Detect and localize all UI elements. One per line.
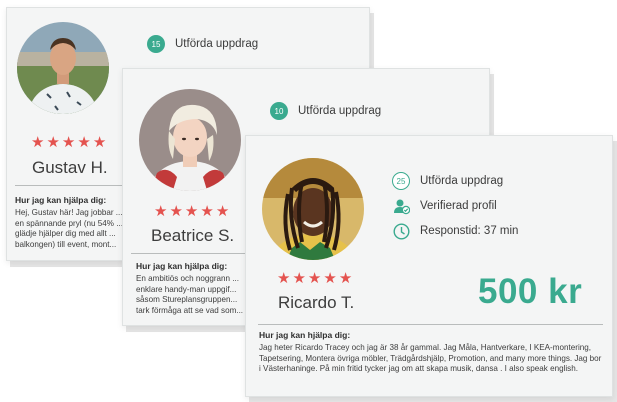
star-icon: ★	[154, 203, 168, 220]
helper-name: Beatrice S.	[151, 226, 235, 245]
helper-bio: Jag heter Ricardo Tracey och jag är 38 å…	[259, 343, 602, 374]
helper-bio: Hej, Gustav här! Jag jobbar ... en spänn…	[15, 208, 123, 249]
clock-icon	[392, 222, 410, 240]
price: 500 kr	[478, 272, 583, 311]
star-icon: ★	[92, 134, 107, 151]
divider	[15, 185, 135, 186]
divider	[131, 253, 249, 254]
avatar	[17, 22, 109, 114]
rating-stars: ★ ★ ★ ★ ★	[31, 135, 106, 150]
star-icon: ★	[169, 203, 183, 220]
tasks-label: Utförda uppdrag	[298, 105, 382, 117]
star-icon: ★	[338, 270, 353, 287]
help-heading: Hur jag kan hjälpa dig:	[15, 195, 107, 205]
star-icon: ★	[184, 203, 199, 220]
tasks-label: Utförda uppdrag	[420, 175, 504, 187]
rating-stars: ★ ★ ★ ★ ★	[154, 204, 229, 219]
star-icon: ★	[77, 134, 91, 151]
star-icon: ★	[31, 134, 45, 151]
star-icon: ★	[215, 203, 230, 220]
verified-label: Verifierad profil	[420, 200, 497, 212]
star-icon: ★	[61, 134, 76, 151]
helper-name: Ricardo T.	[278, 293, 355, 312]
avatar	[139, 89, 241, 191]
tasks-count-badge: 15	[147, 35, 165, 53]
star-icon: ★	[307, 270, 322, 287]
tasks-label: Utförda uppdrag	[175, 38, 259, 50]
helper-bio: En ambitiös och noggrann ... enklare han…	[136, 274, 244, 315]
user-check-icon	[392, 197, 410, 215]
response-time-label: Responstid: 37 min	[420, 225, 519, 237]
avatar	[262, 158, 364, 260]
star-icon: ★	[277, 270, 291, 287]
tasks-stat: 25 Utförda uppdrag	[392, 172, 503, 190]
tasks-stat: 15 Utförda uppdrag	[147, 35, 258, 53]
helper-card-ricardo[interactable]: ★ ★ ★ ★ ★ Ricardo T. 25 Utförda uppdrag Veri…	[245, 135, 613, 397]
rating-stars: ★ ★ ★ ★ ★	[277, 271, 352, 286]
star-icon: ★	[292, 270, 306, 287]
response-time-stat: Responstid: 37 min	[392, 222, 518, 240]
tasks-count-badge: 25	[392, 172, 410, 190]
divider	[258, 324, 603, 325]
tasks-count-badge: 10	[270, 102, 288, 120]
star-icon: ★	[323, 270, 337, 287]
helper-name: Gustav H.	[32, 158, 108, 177]
tasks-stat: 10 Utförda uppdrag	[270, 102, 381, 120]
star-icon: ★	[200, 203, 214, 220]
help-heading: Hur jag kan hjälpa dig:	[136, 261, 228, 271]
star-icon: ★	[46, 134, 60, 151]
help-heading: Hur jag kan hjälpa dig:	[259, 330, 351, 340]
verified-stat: Verifierad profil	[392, 197, 497, 215]
